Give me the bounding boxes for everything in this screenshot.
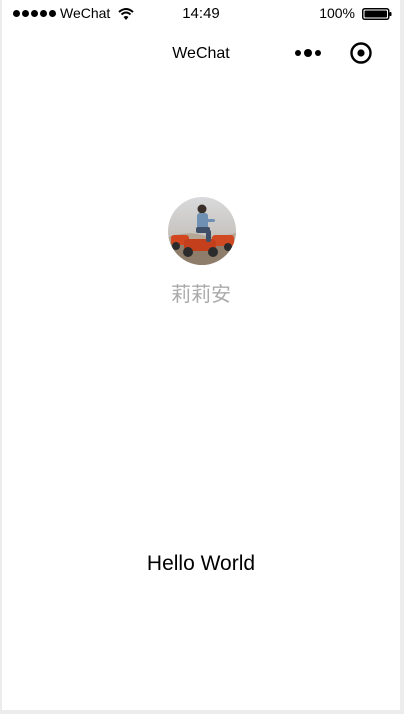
page-title: WeChat [172, 45, 230, 62]
user-nickname: 莉莉安 [171, 284, 231, 306]
more-dots-icon[interactable] [292, 42, 324, 64]
status-bar: WeChat 14:49 100% [2, 0, 400, 28]
avatar-photo-icon [168, 197, 236, 265]
battery-icon [362, 8, 392, 20]
target-circle-icon[interactable] [349, 41, 373, 65]
phone-screen: WeChat 14:49 100% WeChat 莉莉安 Hello World [2, 0, 400, 710]
user-avatar[interactable] [168, 197, 236, 265]
motto-text: Hello World [146, 552, 256, 575]
navigation-bar: WeChat [2, 32, 400, 76]
battery-percent: 100% [319, 5, 355, 21]
